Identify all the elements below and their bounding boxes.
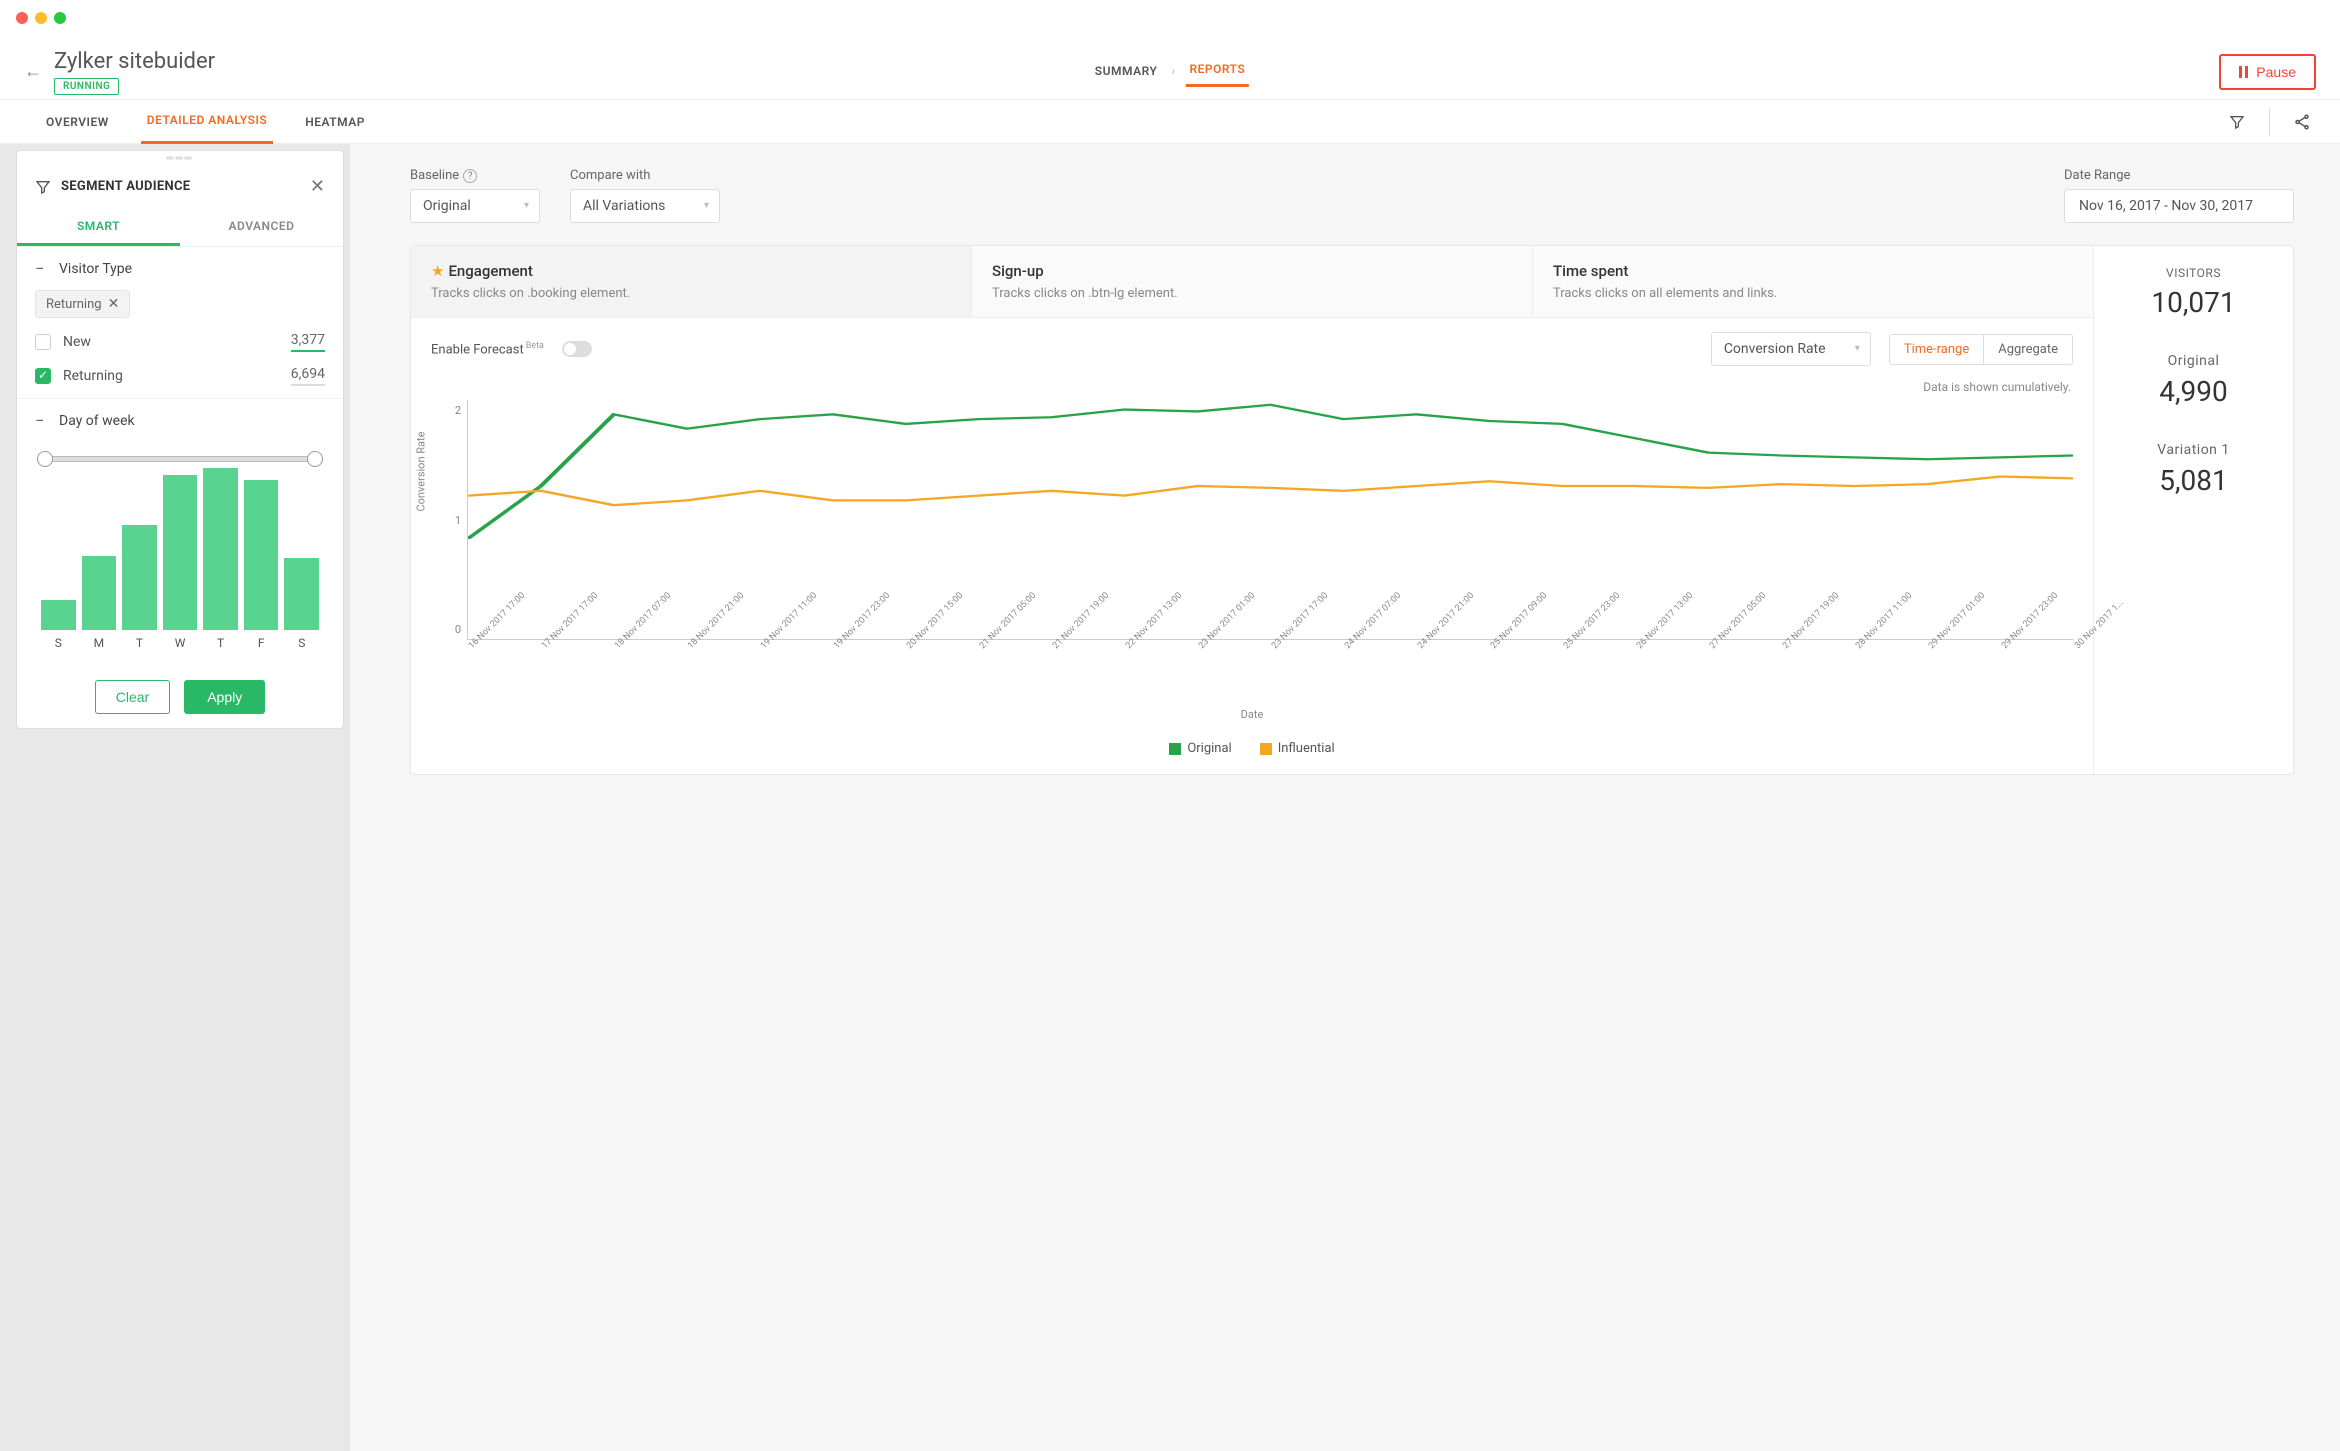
view-time-range[interactable]: Time-range (1890, 335, 1984, 364)
section-day-of-week: − Day of week SMTWTFS (17, 399, 343, 662)
legend-original: Original (1169, 741, 1231, 756)
checkbox-returning[interactable] (35, 368, 51, 384)
view-toggle: Time-range Aggregate (1889, 334, 2073, 365)
compare-select[interactable]: All Variations (570, 189, 720, 223)
slider-handle-right[interactable] (307, 451, 323, 467)
chevron-right-icon: › (1171, 64, 1175, 78)
x-axis-ticks: 16 Nov 2017 17:0017 Nov 2017 17:0018 Nov… (467, 644, 2073, 694)
close-icon[interactable]: ✕ (310, 176, 325, 197)
top-tabs: SUMMARY › REPORTS (1091, 54, 1249, 87)
metric-tab-time-spent[interactable]: Time spentTracks clicks on all elements … (1533, 246, 2093, 317)
dow-bar-s: S (41, 600, 76, 650)
count-returning: 6,694 (291, 366, 325, 386)
status-badge: RUNNING (54, 78, 119, 95)
minus-icon: − (35, 411, 45, 430)
page-title: Zylker sitebuider (54, 49, 215, 74)
original-value: 4,990 (2110, 375, 2277, 408)
chip-returning: Returning ✕ (35, 290, 130, 318)
tab-reports[interactable]: REPORTS (1185, 54, 1249, 87)
forecast-label: Enable ForecastBeta (431, 341, 544, 357)
compare-label: Compare with (570, 168, 720, 183)
close-window-dot[interactable] (16, 12, 28, 24)
checkbox-label-returning: Returning (63, 368, 291, 384)
minus-icon: − (35, 259, 45, 278)
clear-button[interactable]: Clear (95, 680, 170, 714)
dow-bar-f: F (244, 480, 279, 650)
section-visitor-type: − Visitor Type Returning ✕ New 3,377 Ret… (17, 247, 343, 399)
divider (2269, 108, 2270, 136)
day-range-slider[interactable] (41, 456, 319, 462)
visitors-label: VISITORS (2110, 266, 2277, 280)
dow-bar-t: T (122, 525, 157, 650)
variation-label: Variation 1 (2110, 442, 2277, 458)
dow-bar-t: T (203, 468, 238, 650)
tab-overview[interactable]: OVERVIEW (40, 101, 115, 143)
metric-tab-sign-up[interactable]: Sign-upTracks clicks on .btn-lg element. (972, 246, 1533, 317)
count-new: 3,377 (291, 332, 325, 352)
forecast-toggle[interactable] (562, 341, 592, 357)
subnav-actions (2223, 108, 2316, 136)
conversion-chart: Conversion Rate 210 16 Nov 2017 17:0017 … (411, 400, 2093, 670)
checkbox-label-new: New (63, 334, 291, 350)
chip-remove-icon[interactable]: ✕ (108, 296, 120, 312)
minimize-window-dot[interactable] (35, 12, 47, 24)
date-range-label: Date Range (2064, 168, 2294, 183)
y-axis-label: Conversion Rate (415, 432, 428, 512)
pause-button-label: Pause (2256, 64, 2296, 80)
subnav: OVERVIEW DETAILED ANALYSIS HEATMAP (0, 100, 2340, 144)
share-icon[interactable] (2288, 108, 2316, 136)
chip-label: Returning (46, 297, 102, 312)
dow-bar-w: W (163, 475, 198, 650)
x-axis-label: Date (411, 708, 2093, 727)
dow-bar-m: M (82, 556, 117, 650)
tab-detailed-analysis[interactable]: DETAILED ANALYSIS (141, 99, 273, 144)
dow-bar-s: S (284, 558, 319, 650)
back-arrow-icon[interactable]: ← (24, 61, 42, 82)
legend-influential: Influential (1260, 741, 1335, 756)
visitor-type-label: Visitor Type (59, 261, 132, 277)
header-bar: ← Zylker sitebuider RUNNING SUMMARY › RE… (0, 36, 2340, 100)
pause-icon (2239, 66, 2248, 78)
stats-sidebar: VISITORS 10,071 Original 4,990 Variation… (2093, 246, 2293, 774)
date-range-input[interactable]: Nov 16, 2017 - Nov 30, 2017 (2064, 189, 2294, 223)
tab-summary[interactable]: SUMMARY (1091, 56, 1162, 86)
help-icon[interactable]: ? (463, 169, 477, 183)
variation-value: 5,081 (2110, 464, 2277, 497)
visitors-value: 10,071 (2110, 286, 2277, 319)
original-label: Original (2110, 353, 2277, 369)
accordion-toggle-day-of-week[interactable]: − Day of week (35, 411, 325, 430)
metric-select[interactable]: Conversion Rate (1711, 332, 1871, 366)
star-icon: ★ (431, 262, 444, 280)
slider-handle-left[interactable] (37, 451, 53, 467)
day-of-week-label: Day of week (59, 413, 135, 429)
maximize-window-dot[interactable] (54, 12, 66, 24)
window-controls (0, 0, 2340, 36)
checkbox-new[interactable] (35, 334, 51, 350)
metric-tab-engagement[interactable]: ★EngagementTracks clicks on .booking ele… (411, 246, 972, 317)
chart-legend: Original Influential (411, 727, 2093, 774)
cumulative-note: Data is shown cumulatively. (411, 380, 2093, 400)
sidebar-title: SEGMENT AUDIENCE (61, 179, 190, 194)
seg-tab-advanced[interactable]: ADVANCED (180, 209, 343, 246)
accordion-toggle-visitor-type[interactable]: − Visitor Type (35, 259, 325, 278)
title-block: Zylker sitebuider RUNNING (54, 49, 215, 95)
drag-handle-icon[interactable]: ═══ (17, 151, 343, 166)
report-panel: ★EngagementTracks clicks on .booking ele… (410, 245, 2294, 775)
tab-heatmap[interactable]: HEATMAP (299, 101, 371, 143)
baseline-label: Baseline? (410, 168, 540, 183)
day-of-week-bar-chart: SMTWTFS (35, 480, 325, 650)
segment-sidebar: ═══ SEGMENT AUDIENCE ✕ SMART ADVANCED − … (16, 150, 344, 729)
pause-button[interactable]: Pause (2219, 54, 2316, 90)
seg-tab-smart[interactable]: SMART (17, 209, 180, 246)
view-aggregate[interactable]: Aggregate (1984, 335, 2072, 364)
funnel-icon (35, 179, 51, 195)
metric-tabs: ★EngagementTracks clicks on .booking ele… (411, 246, 2093, 318)
apply-button[interactable]: Apply (184, 680, 265, 714)
y-axis-ticks: 210 (447, 400, 461, 640)
main-content: Baseline? Original Compare with All Vari… (350, 144, 2340, 1451)
baseline-select[interactable]: Original (410, 189, 540, 223)
filter-icon[interactable] (2223, 108, 2251, 136)
